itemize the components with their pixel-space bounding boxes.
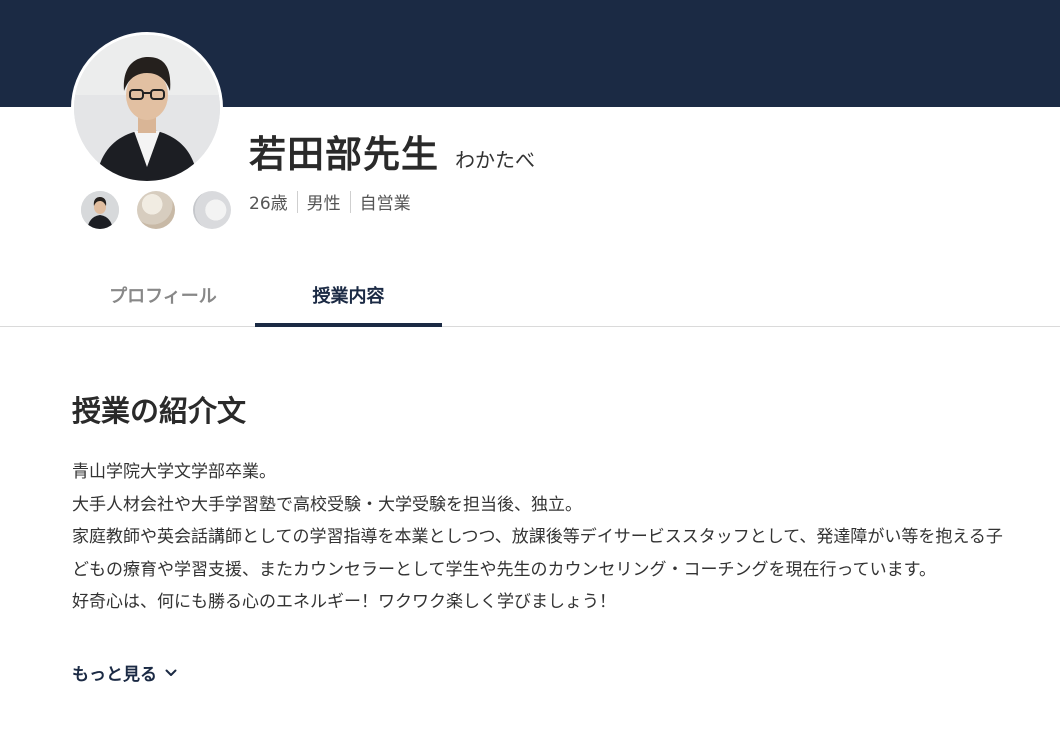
teacher-name: 若田部先生 (249, 133, 439, 176)
intro-line: 大手人材会社や大手学習塾で高校受験・大学受験を担当後、独立。 (72, 494, 582, 515)
see-more-button[interactable]: もっと見る (72, 660, 177, 685)
photo-thumbnails (81, 191, 231, 229)
chevron-down-icon (165, 669, 177, 677)
teacher-profile-page: 若田部先生 わかたべ 26歳 男性 自営業 プロフィール 授業内容 授業の紹介文… (0, 0, 1060, 729)
teacher-gender: 男性 (306, 194, 341, 214)
meta-divider (296, 190, 298, 213)
meta-divider (349, 190, 351, 213)
lesson-intro-text: 青山学院大学文学部卒業。 大手人材会社や大手学習塾で高校受験・大学受験を担当後、… (72, 456, 1017, 619)
photo-thumbnail[interactable] (193, 191, 231, 229)
teacher-name-row: 若田部先生 わかたべ (249, 124, 535, 178)
see-more-label: もっと見る (72, 665, 157, 685)
teacher-occupation: 自営業 (359, 194, 411, 214)
intro-line: 青山学院大学文学部卒業。 (72, 462, 276, 482)
intro-line: 家庭教師や英会話講師としての学習指導を本業としつつ、放課後等デイサービススタッフ… (72, 527, 1003, 580)
section-title: 授業の紹介文 (72, 394, 247, 428)
intro-line: 好奇心は、何にも勝る心のエネルギー！ワクワク楽しく学びましょう！ (72, 592, 616, 612)
tab-lesson-content[interactable]: 授業内容 (255, 264, 442, 327)
profile-tabs: プロフィール 授業内容 (0, 264, 1060, 327)
avatar (71, 32, 223, 184)
teacher-age: 26歳 (249, 194, 288, 214)
teacher-name-kana: わかたべ (455, 148, 535, 172)
teacher-meta: 26歳 男性 自営業 (249, 189, 411, 214)
tab-profile[interactable]: プロフィール (72, 264, 254, 326)
photo-thumbnail[interactable] (137, 191, 175, 229)
photo-thumbnail[interactable] (81, 191, 119, 229)
